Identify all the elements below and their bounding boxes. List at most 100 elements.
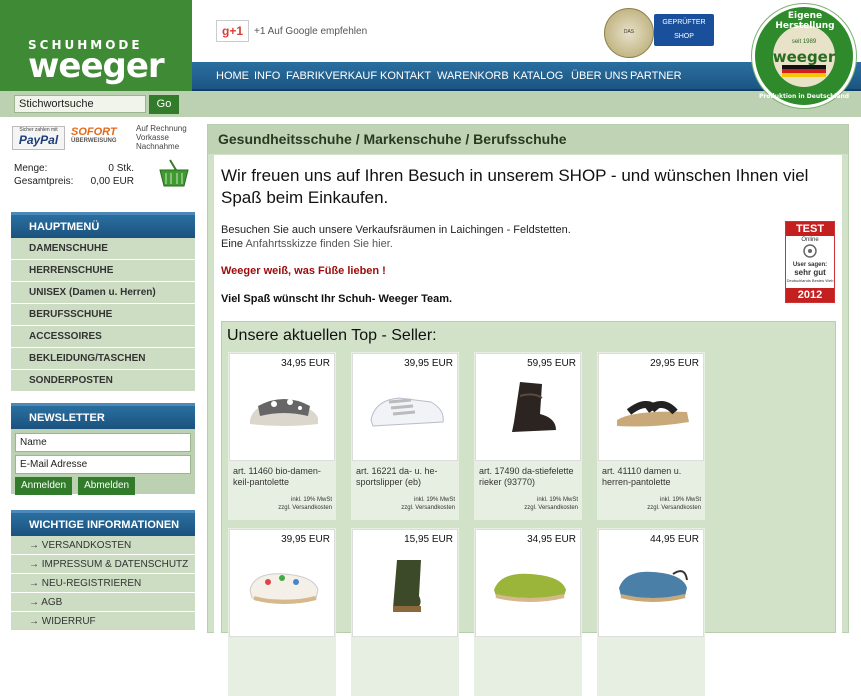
menu-item-berufsschuhe[interactable]: BERUFSSCHUHE bbox=[11, 304, 195, 326]
topseller-section: Unsere aktuellen Top - Seller: 34,95 EUR… bbox=[221, 321, 836, 696]
info-item-versandkosten[interactable]: → VERSANDKOSTEN bbox=[11, 536, 195, 555]
intro-line2-pre: Eine bbox=[221, 238, 246, 250]
badge-line1: GEPRÜFTER SHOP bbox=[662, 19, 706, 40]
main-menu-title: HAUPTMENÜ bbox=[11, 212, 195, 238]
vat-line: inkl. 19% MwSt bbox=[290, 497, 332, 503]
shopping-basket-icon[interactable] bbox=[158, 158, 190, 188]
intro-text: Besuchen Sie auch unsere Verkaufsräumen … bbox=[221, 223, 571, 251]
menu-item-accessoires[interactable]: ACCESSOIRES bbox=[11, 326, 195, 348]
shipping-line: zzgl. Versandkosten bbox=[401, 505, 455, 511]
paypal-text: PayPal bbox=[18, 133, 59, 147]
main-content: Gesundheitsschuhe / Markenschuhe / Beruf… bbox=[207, 124, 849, 696]
tested-shop-badge[interactable]: GEPRÜFTER SHOP Sicher einkaufen bbox=[654, 14, 714, 54]
menu-item-herrenschuhe[interactable]: HERRENSCHUHE bbox=[11, 260, 195, 282]
product-name: art. 11460 bio-damen-keil-pantolette bbox=[233, 466, 321, 487]
test-grade: sehr gut bbox=[794, 268, 826, 277]
product-price: 59,95 EUR bbox=[527, 358, 576, 369]
badge-center-text: weeger bbox=[772, 48, 836, 66]
product-price: 34,95 EUR bbox=[281, 358, 330, 369]
menu-item-damenschuhe[interactable]: DAMENSCHUHE bbox=[11, 238, 195, 260]
production-badge: Eigene Herstellung weeger seit 1989 Prod… bbox=[752, 4, 856, 108]
slogan-text: Weeger weiß, was Füße lieben ! bbox=[221, 265, 386, 277]
topseller-title: Unsere aktuellen Top - Seller: bbox=[227, 327, 437, 344]
sofort-text: SOFORT bbox=[71, 126, 117, 138]
directions-link[interactable]: Anfahrtsskizze finden Sie hier. bbox=[245, 238, 392, 250]
boot-image bbox=[512, 382, 556, 432]
nav-item-partner[interactable]: PARTNER bbox=[630, 70, 682, 82]
product-price: 34,95 EUR bbox=[527, 534, 576, 545]
test-source: Deutschlands Bestes Web bbox=[786, 278, 834, 283]
menu-item-sonderposten[interactable]: SONDERPOSTEN bbox=[11, 370, 195, 392]
newsletter-title: NEWSLETTER bbox=[11, 403, 195, 429]
total-value: 0,00 EUR bbox=[90, 176, 134, 187]
sneaker-image bbox=[370, 397, 444, 427]
test-top: TEST bbox=[786, 222, 834, 236]
product-card[interactable]: 34,95 EUR bbox=[474, 528, 582, 696]
sandal-image bbox=[250, 399, 318, 426]
badge-since-text: seit 1989 bbox=[791, 39, 817, 45]
payment-list: Auf Rechnung Vorkasse Nachnahme bbox=[136, 124, 200, 151]
product-name: art. 17490 da-stiefelette rieker (93770) bbox=[479, 466, 574, 487]
info-box: WICHTIGE INFORMATIONEN → VERSANDKOSTEN →… bbox=[11, 510, 195, 631]
info-item-widerruf[interactable]: → WIDERRUF bbox=[11, 612, 195, 631]
shipping-line: zzgl. Versandkosten bbox=[647, 505, 701, 511]
slipper-image bbox=[494, 573, 566, 602]
test-online: Online bbox=[801, 237, 819, 243]
test-year: 2012 bbox=[786, 288, 834, 302]
info-item-impressum[interactable]: → IMPRESSUM & DATENSCHUTZ bbox=[11, 555, 195, 574]
sofort-small: ÜBERWEISUNG bbox=[71, 138, 117, 144]
menu-item-unisex[interactable]: UNISEX (Damen u. Herren) bbox=[11, 282, 195, 304]
clog-image bbox=[249, 573, 319, 604]
test-badge[interactable]: TEST Online User sagen: sehr gut Deutsch… bbox=[785, 221, 835, 303]
product-price: 15,95 EUR bbox=[404, 534, 453, 545]
search-go-button[interactable]: Go bbox=[149, 95, 179, 114]
google-plus-icon[interactable]: g+1 bbox=[216, 20, 249, 42]
sofort-logo: SOFORT ÜBERWEISUNG bbox=[71, 126, 131, 150]
payment-item: Auf Rechnung bbox=[136, 124, 187, 133]
newsletter-name-input[interactable]: Name bbox=[15, 433, 191, 452]
nav-item-home[interactable]: HOME bbox=[216, 70, 249, 82]
total-label: Gesamtpreis: bbox=[14, 176, 74, 187]
payment-item: Vorkasse bbox=[136, 133, 169, 142]
nav-item-kontakt[interactable]: KONTAKT bbox=[380, 70, 431, 82]
info-item-registrieren[interactable]: → NEU-REGISTRIEREN bbox=[11, 574, 195, 593]
nav-item-ueber-uns[interactable]: ÜBER UNS bbox=[571, 70, 628, 82]
product-card[interactable]: 59,95 EUR art. 17490 da-stiefelette riek… bbox=[474, 352, 582, 520]
nav-item-info[interactable]: INFO bbox=[254, 70, 280, 82]
product-card[interactable]: 15,95 EUR bbox=[351, 528, 459, 696]
product-name: art. 41110 damen u. herren-pantolette bbox=[602, 466, 682, 487]
info-title: WICHTIGE INFORMATIONEN bbox=[11, 510, 195, 536]
subscribe-button[interactable]: Anmelden bbox=[15, 477, 73, 495]
pantolette-image bbox=[617, 401, 689, 427]
nav-item-katalog[interactable]: KATALOG bbox=[513, 70, 563, 82]
product-card[interactable]: 44,95 EUR bbox=[597, 528, 705, 696]
info-item-agb[interactable]: → AGB bbox=[11, 593, 195, 612]
badge-bottom-text: Produktion in Deutschland bbox=[758, 93, 850, 100]
page-headline: Wir freuen uns auf Ihren Besuch in unser… bbox=[221, 166, 809, 207]
newsletter-box: NEWSLETTER Name E-Mail Adresse Anmelden … bbox=[11, 403, 195, 495]
breadcrumb: Gesundheitsschuhe / Markenschuhe / Beruf… bbox=[208, 125, 848, 154]
award-icon bbox=[803, 244, 817, 258]
german-flag-icon bbox=[782, 65, 826, 79]
product-card[interactable]: 34,95 EUR art. 11460 bio-damen-keil-pant… bbox=[228, 352, 336, 520]
vat-line: inkl. 19% MwSt bbox=[413, 497, 455, 503]
product-card[interactable]: 39,95 EUR art. 16221 da- u. he-sportslip… bbox=[351, 352, 459, 520]
nav-item-fabrikverkauf[interactable]: FABRIKVERKAUF bbox=[286, 70, 377, 82]
site-logo[interactable]: SCHUHMODE weeger bbox=[0, 0, 192, 91]
product-price: 44,95 EUR bbox=[650, 534, 699, 545]
rubber-boot-image bbox=[393, 560, 421, 612]
menu-item-bekleidung[interactable]: BEKLEIDUNG/TASCHEN bbox=[11, 348, 195, 370]
nav-item-warenkorb[interactable]: WARENKORB bbox=[437, 70, 509, 82]
intro-line1: Besuchen Sie auch unsere Verkaufsräumen … bbox=[221, 224, 571, 236]
product-name: art. 16221 da- u. he-sportslipper (eb) bbox=[356, 466, 438, 487]
internet-seal-icon[interactable]: DAS INTERNETSIEGEL bbox=[604, 8, 654, 81]
blue-clog-image bbox=[619, 570, 688, 602]
payment-methods: Sicher zahlen mit PayPal SOFORT ÜBERWEIS… bbox=[12, 124, 197, 154]
unsubscribe-button[interactable]: Abmelden bbox=[78, 477, 136, 495]
newsletter-email-input[interactable]: E-Mail Adresse bbox=[15, 455, 191, 474]
product-card[interactable]: 29,95 EUR art. 41110 damen u. herren-pan… bbox=[597, 352, 705, 520]
search-input[interactable]: Stichwortsuche bbox=[14, 95, 146, 113]
google-recommend-text[interactable]: +1 Auf Google empfehlen bbox=[254, 26, 367, 37]
logo-line2: weeger bbox=[28, 46, 165, 86]
product-card[interactable]: 39,95 EUR bbox=[228, 528, 336, 696]
